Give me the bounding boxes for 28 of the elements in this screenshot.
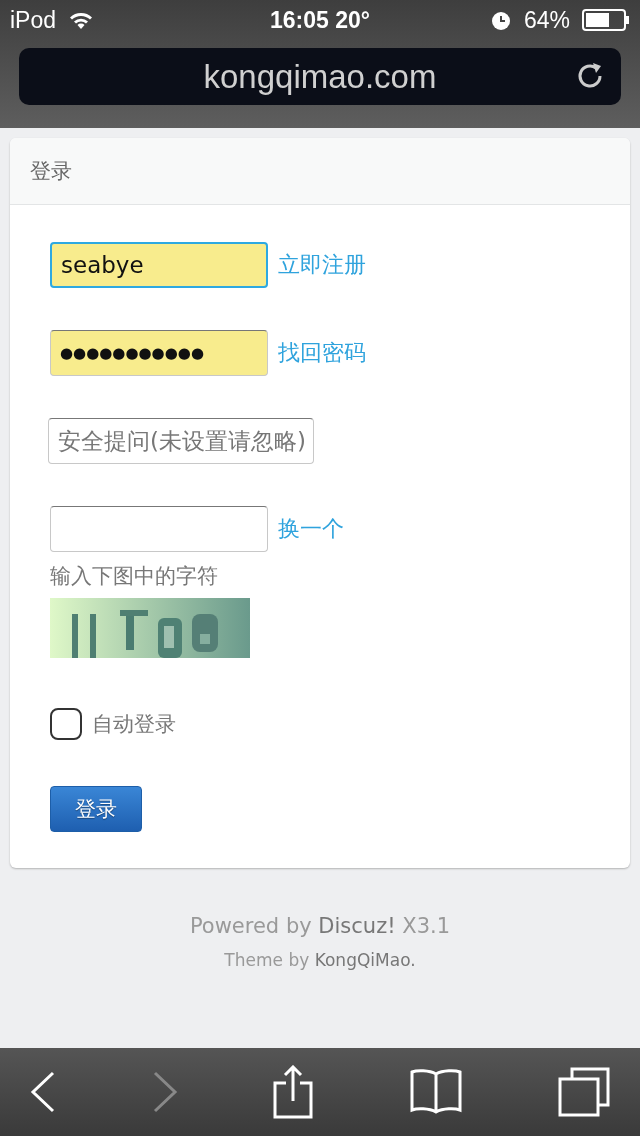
login-button[interactable]: 登录 bbox=[50, 786, 142, 832]
checkbox[interactable] bbox=[50, 708, 82, 740]
theme-credit: Theme by KongQiMao. bbox=[224, 950, 416, 970]
battery-icon bbox=[582, 9, 630, 31]
address-bar[interactable]: kongqimao.com bbox=[19, 48, 621, 105]
back-button[interactable] bbox=[30, 1071, 56, 1113]
footer-link[interactable]: Discuz! bbox=[318, 914, 396, 938]
form-link[interactable]: 立即注册 bbox=[278, 250, 366, 280]
card-title: 登录 bbox=[30, 158, 72, 185]
captcha-hint: 输入下图中的字符 bbox=[50, 563, 219, 590]
wifi-icon bbox=[68, 10, 95, 30]
security-question-field[interactable]: 安全提问(未设置请忽略) bbox=[48, 418, 314, 464]
share-icon[interactable] bbox=[273, 1065, 313, 1119]
username-field[interactable]: seabye bbox=[50, 242, 268, 288]
captcha-field[interactable] bbox=[50, 506, 268, 552]
password-field[interactable]: ●●●●●●●●●●● bbox=[50, 330, 268, 376]
form-link[interactable]: 找回密码 bbox=[278, 338, 366, 368]
theme-link[interactable]: KongQiMao. bbox=[314, 950, 416, 970]
form-link[interactable]: 换一个 bbox=[278, 514, 344, 544]
device-name: iPod bbox=[10, 6, 57, 34]
alarm-icon bbox=[489, 9, 512, 31]
url-text: kongqimao.com bbox=[203, 57, 437, 96]
footer-credit: Powered by Discuz! X3.1 bbox=[189, 914, 451, 938]
clock-text: 16:05 20° bbox=[270, 6, 370, 34]
checkbox-label: 自动登录 bbox=[92, 711, 176, 738]
book-icon[interactable] bbox=[408, 1068, 463, 1116]
tabs-icon[interactable] bbox=[558, 1067, 610, 1117]
battery-percent: 64% bbox=[523, 6, 570, 34]
